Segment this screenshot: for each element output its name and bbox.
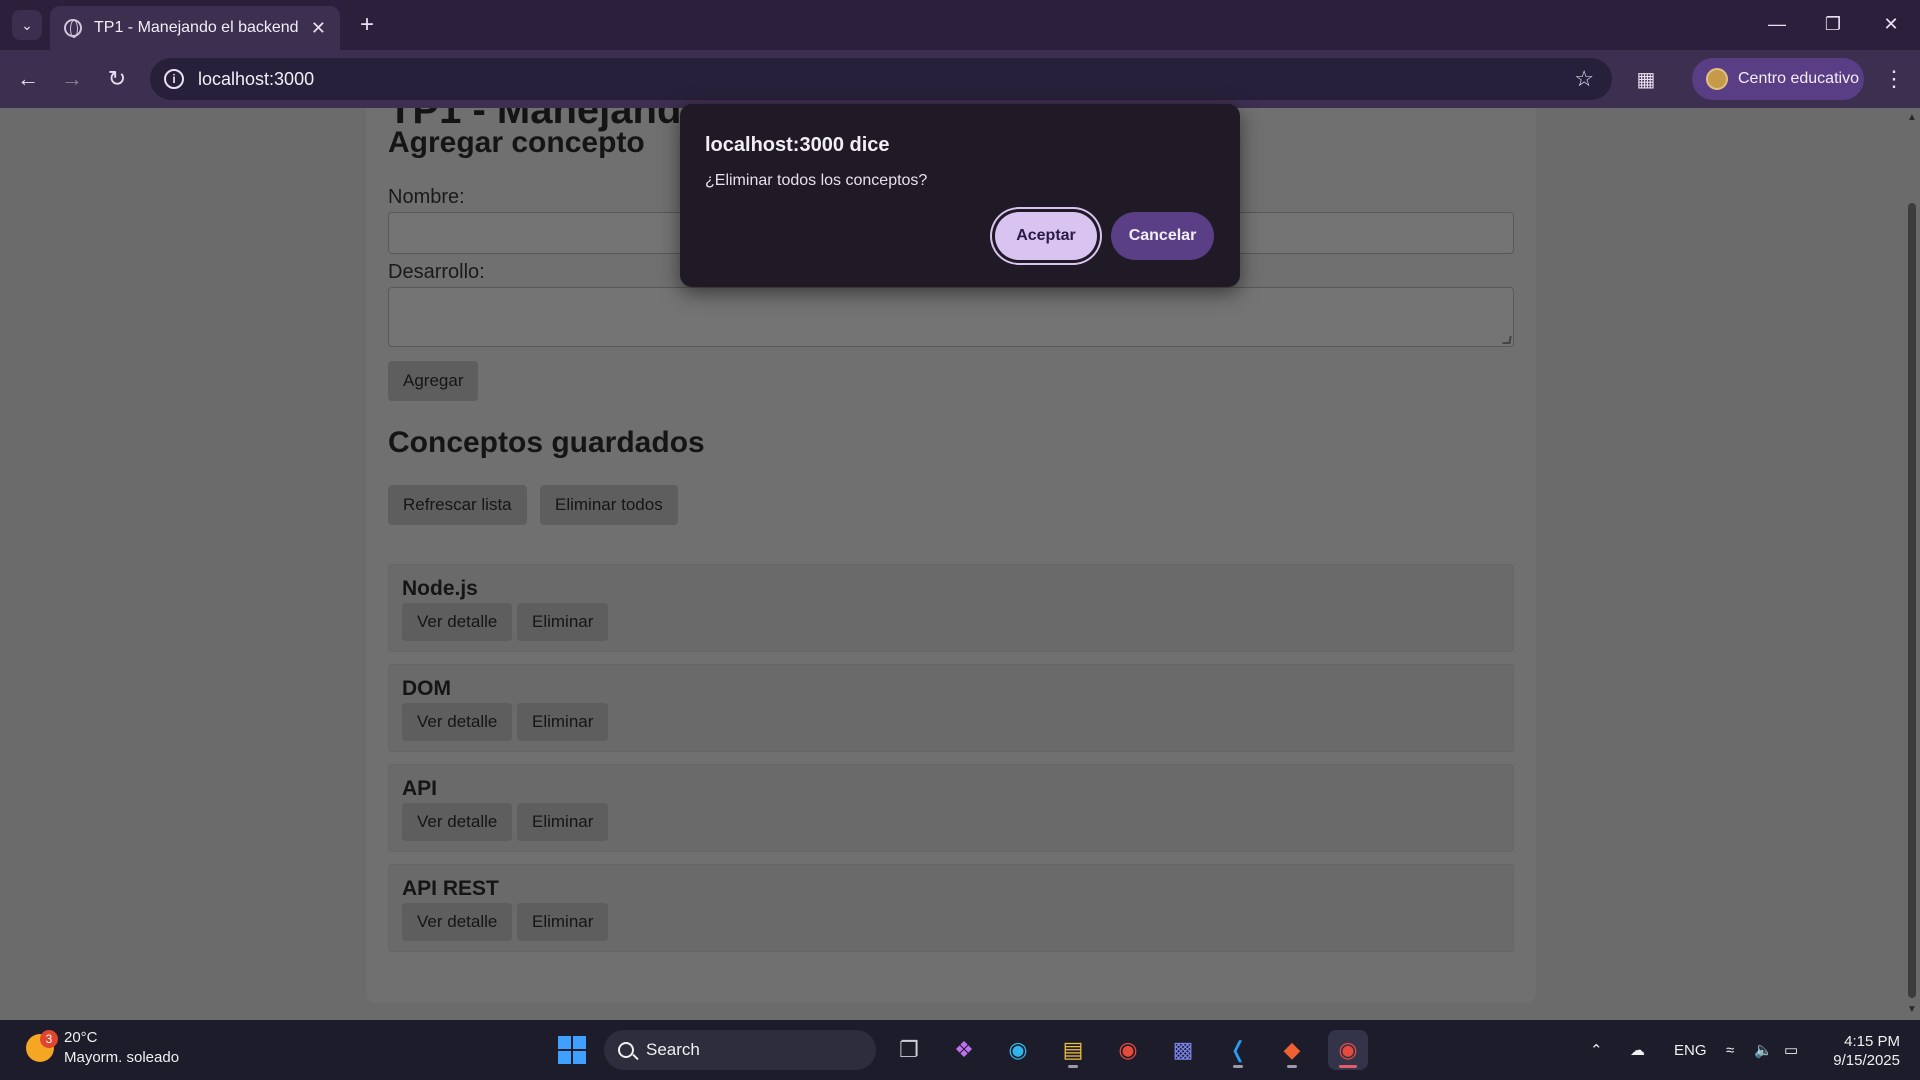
clock[interactable]: 4:15 PM 9/15/2025 bbox=[1820, 1032, 1900, 1070]
taskbar: 3 20°C Mayorm. soleado Search ❐ ❖ ◉ ▤ ◉ … bbox=[0, 1020, 1920, 1080]
globe-icon bbox=[64, 19, 82, 38]
weather-condition: Mayorm. soleado bbox=[64, 1049, 180, 1066]
concept-card: Node.js Ver detalle Eliminar bbox=[388, 564, 1514, 652]
saved-concepts-heading: Conceptos guardados bbox=[388, 426, 705, 459]
edge-icon[interactable]: ◉ bbox=[998, 1030, 1038, 1070]
url-text[interactable]: localhost:3000 bbox=[198, 69, 314, 90]
weather-widget[interactable]: 3 20°C Mayorm. soleado bbox=[26, 1028, 179, 1068]
file-explorer-icon[interactable]: ▤ bbox=[1053, 1030, 1093, 1070]
profile-name: Centro educativo bbox=[1738, 70, 1859, 87]
site-info-icon[interactable]: i bbox=[164, 69, 184, 89]
taskbar-search[interactable]: Search bbox=[604, 1030, 876, 1070]
window-close-icon[interactable]: ✕ bbox=[1866, 8, 1916, 40]
time: 4:15 PM bbox=[1844, 1033, 1900, 1050]
restore-icon[interactable]: ❐ bbox=[1808, 8, 1858, 40]
view-detail-button[interactable]: Ver detalle bbox=[402, 703, 513, 741]
avatar bbox=[1706, 68, 1728, 90]
new-tab-plus-icon[interactable]: + bbox=[352, 10, 382, 40]
view-detail-button[interactable]: Ver detalle bbox=[402, 903, 513, 941]
copilot-icon[interactable]: ❖ bbox=[944, 1030, 984, 1070]
browser-tab[interactable]: TP1 - Manejando el backend ✕ bbox=[50, 6, 340, 50]
cancel-button[interactable]: Cancelar bbox=[1111, 212, 1214, 260]
name-label: Nombre: bbox=[388, 186, 465, 208]
delete-concept-button[interactable]: Eliminar bbox=[517, 603, 609, 641]
delete-concept-button[interactable]: Eliminar bbox=[517, 803, 609, 841]
scroll-down-arrow-icon[interactable]: ▼ bbox=[1907, 1004, 1917, 1015]
tab-close-icon[interactable]: ✕ bbox=[311, 18, 326, 39]
vscode-icon[interactable]: ❬ bbox=[1218, 1030, 1258, 1070]
concept-card: API REST Ver detalle Eliminar bbox=[388, 864, 1514, 952]
show-hidden-icons-chevron-icon[interactable]: ⌃ bbox=[1590, 1020, 1603, 1080]
browser-titlebar: ⌄ TP1 - Manejando el backend ✕ + — ❐ ✕ bbox=[0, 0, 1920, 50]
bookmark-star-icon[interactable]: ☆ bbox=[1574, 66, 1594, 92]
start-windows-icon[interactable] bbox=[552, 1030, 592, 1070]
accept-button[interactable]: Aceptar bbox=[995, 212, 1097, 260]
concept-name: API REST bbox=[402, 877, 499, 900]
weather-badge: 3 bbox=[40, 1030, 58, 1048]
weather-sun-icon: 3 bbox=[26, 1030, 58, 1062]
view-detail-button[interactable]: Ver detalle bbox=[402, 803, 513, 841]
view-detail-button[interactable]: Ver detalle bbox=[402, 603, 513, 641]
teams-icon[interactable]: ▩ bbox=[1163, 1030, 1203, 1070]
chrome-profile-icon[interactable]: ◉ bbox=[1328, 1030, 1368, 1070]
address-bar[interactable]: i localhost:3000 ☆ bbox=[150, 58, 1612, 100]
git-icon[interactable]: ◆ bbox=[1272, 1030, 1312, 1070]
tab-title: TP1 - Manejando el backend bbox=[94, 19, 299, 36]
tab-list-chevron-icon[interactable]: ⌄ bbox=[12, 10, 42, 40]
forward-arrow-icon[interactable]: → bbox=[56, 63, 88, 95]
kebab-menu-icon[interactable]: ⋮ bbox=[1878, 63, 1910, 95]
extensions-puzzle-icon[interactable]: ▦ bbox=[1630, 63, 1662, 95]
refresh-list-button[interactable]: Refrescar lista bbox=[388, 485, 527, 525]
search-icon bbox=[618, 1042, 634, 1058]
page-scrollbar[interactable]: ▲ ▼ bbox=[1904, 108, 1920, 1020]
add-concept-heading: Agregar concepto bbox=[388, 126, 645, 159]
task-view-icon[interactable]: ❐ bbox=[889, 1030, 929, 1070]
description-label: Desarrollo: bbox=[388, 261, 485, 283]
onedrive-cloud-icon[interactable]: ☁ bbox=[1630, 1020, 1645, 1080]
minimize-icon[interactable]: — bbox=[1752, 8, 1802, 40]
browser-toolbar: ← → ↻ i localhost:3000 ☆ ▦ Centro educat… bbox=[0, 50, 1920, 108]
concept-name: Node.js bbox=[402, 577, 478, 600]
volume-icon[interactable]: 🔈 bbox=[1754, 1020, 1773, 1080]
language-indicator[interactable]: ENG bbox=[1674, 1020, 1707, 1080]
wifi-icon[interactable]: ≈ bbox=[1726, 1020, 1734, 1080]
date: 9/15/2025 bbox=[1833, 1052, 1900, 1069]
concept-name: API bbox=[402, 777, 438, 800]
dialog-title: localhost:3000 dice bbox=[705, 134, 890, 156]
description-textarea[interactable] bbox=[388, 287, 1514, 347]
temperature: 20°C bbox=[64, 1029, 98, 1046]
delete-all-button[interactable]: Eliminar todos bbox=[540, 485, 678, 525]
chrome-icon[interactable]: ◉ bbox=[1108, 1030, 1148, 1070]
scrollbar-thumb[interactable] bbox=[1908, 203, 1916, 998]
confirm-dialog: localhost:3000 dice ¿Eliminar todos los … bbox=[680, 104, 1240, 287]
dialog-message: ¿Eliminar todos los conceptos? bbox=[705, 172, 928, 189]
scroll-up-arrow-icon[interactable]: ▲ bbox=[1907, 112, 1917, 123]
delete-concept-button[interactable]: Eliminar bbox=[517, 903, 609, 941]
back-arrow-icon[interactable]: ← bbox=[12, 63, 44, 95]
concept-card: API Ver detalle Eliminar bbox=[388, 764, 1514, 852]
concept-name: DOM bbox=[402, 677, 451, 700]
concept-card: DOM Ver detalle Eliminar bbox=[388, 664, 1514, 752]
battery-icon[interactable]: ▭ bbox=[1784, 1020, 1798, 1080]
add-button[interactable]: Agregar bbox=[388, 361, 479, 401]
resize-grip-icon[interactable] bbox=[1502, 336, 1512, 344]
reload-icon[interactable]: ↻ bbox=[101, 63, 133, 95]
search-placeholder: Search bbox=[646, 1040, 700, 1059]
profile-button[interactable]: Centro educativo bbox=[1692, 58, 1864, 100]
delete-concept-button[interactable]: Eliminar bbox=[517, 703, 609, 741]
